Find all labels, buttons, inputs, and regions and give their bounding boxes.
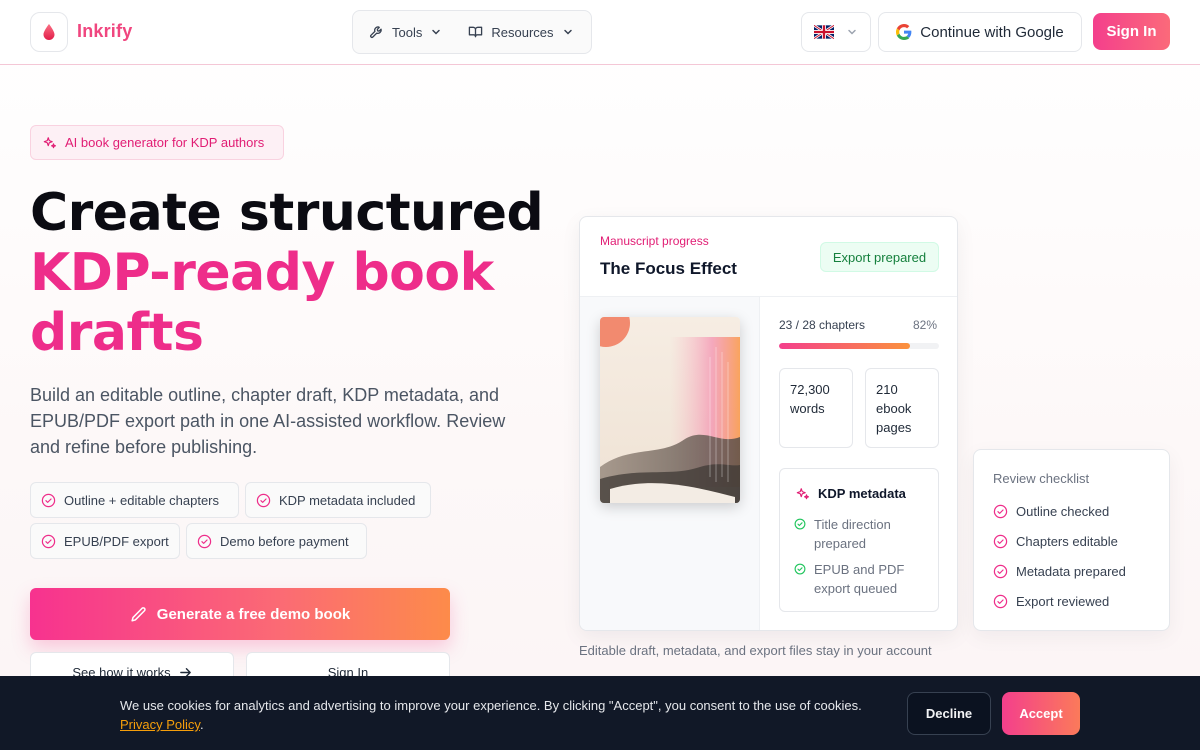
check-circle-icon [197,534,212,548]
feature-chip: KDP metadata included [245,482,431,518]
kdp-metadata-label: KDP metadata [818,486,906,501]
privacy-policy-link[interactable]: Privacy Policy [120,717,200,732]
hero-title: Create structured KDP-ready book drafts [30,183,550,363]
cookie-message-text: We use cookies for analytics and adverti… [120,698,862,713]
check-circle-icon [256,493,271,507]
feature-chip: Demo before payment [186,523,367,559]
generate-demo-label: Generate a free demo book [156,605,351,623]
continue-with-google-button[interactable]: Continue with Google [878,12,1082,52]
book-open-icon [469,26,483,38]
cookie-banner: We use cookies for analytics and adverti… [0,676,1200,750]
manuscript-progress-card: Manuscript progress The Focus Effect Exp… [579,216,958,631]
check-circle-icon [993,534,1008,549]
words-stat: 72,300 words [779,368,853,448]
chapters-progress-label: 23 / 28 chapters [779,318,866,332]
language-selector[interactable] [801,12,871,52]
progress-bar-fill [779,343,911,349]
checklist-item-label: Outline checked [1016,504,1110,519]
feature-chip-label: KDP metadata included [279,492,416,508]
words-label: words [790,401,825,416]
check-circle-icon [794,563,806,575]
kdp-metadata-title: KDP metadata [796,486,906,501]
card-header: Manuscript progress The Focus Effect Exp… [580,217,957,297]
sparkles-icon [796,487,809,499]
main-nav: Tools Resources [352,10,592,54]
progress-bar [779,343,939,349]
kdp-item: Title direction prepared [794,515,891,553]
feature-chip: Outline + editable chapters [30,482,239,518]
check-circle-icon [993,564,1008,579]
brand-name[interactable]: Inkrify [77,21,132,42]
google-icon [896,24,912,40]
words-value: 72,300 [790,382,830,397]
hero-title-line-2: KDP-ready book [30,243,494,303]
card-kicker: Manuscript progress [600,234,709,248]
hero-title-line-3: drafts [30,303,204,363]
checklist-item-label: Export reviewed [1016,594,1110,609]
pages-stat: 210 ebook pages [865,368,939,448]
check-circle-icon [993,594,1008,609]
google-button-label: Continue with Google [920,23,1064,41]
review-checklist-title: Review checklist [993,471,1090,486]
top-navbar: Inkrify Tools Resources Continue with Go… [0,0,1200,65]
logo[interactable] [30,12,68,52]
generate-demo-button[interactable]: Generate a free demo book [30,588,450,640]
status-badge: Export prepared [820,242,939,272]
hero-title-line-1: Create structured [30,183,544,243]
book-title: The Focus Effect [600,259,737,278]
nav-resources[interactable]: Resources [468,25,573,40]
check-circle-icon [993,504,1008,519]
progress-percent: 82% [912,318,937,332]
sparkles-icon [43,136,56,148]
wrench-icon [370,25,382,38]
hero-subtitle: Build an editable outline, chapter draft… [30,385,506,457]
nav-tools-label: Tools [392,24,423,40]
feature-chip-label: EPUB/PDF export [64,533,169,549]
feature-chip-label: Demo before payment [220,533,349,549]
check-circle-icon [41,534,56,548]
accept-cookies-button[interactable]: Accept [1002,692,1080,735]
checklist-item: Metadata prepared [993,564,1126,579]
chevron-down-icon [563,29,572,35]
ink-drop-icon [43,24,55,40]
chevron-down-icon [432,29,441,35]
checklist-item-label: Metadata prepared [1016,564,1126,579]
sign-in-button[interactable]: Sign In [1093,13,1170,50]
nav-tools[interactable]: Tools [369,25,442,40]
cookie-message: We use cookies for analytics and adverti… [120,696,880,734]
kdp-item-line-1: Title direction [814,517,891,532]
feature-chip-label: Outline + editable chapters [64,492,220,508]
pages-value: 210 [876,382,898,397]
checklist-item: Outline checked [993,504,1109,519]
check-circle-icon [794,518,806,530]
book-cover-image [600,317,740,503]
checklist-item-label: Chapters editable [1016,534,1118,549]
cookie-link-suffix: . [199,717,204,732]
kdp-item: EPUB and PDF export queued [794,560,904,598]
decline-cookies-button[interactable]: Decline [907,692,991,735]
nav-resources-label: Resources [491,24,554,40]
checklist-item: Chapters editable [993,534,1118,549]
feature-chip: EPUB/PDF export [30,523,180,559]
uk-flag-icon [814,25,834,39]
kdp-item-line-2: export queued [814,581,898,596]
pages-label-line-2: pages [876,420,912,435]
checklist-item: Export reviewed [993,594,1109,609]
kdp-metadata-panel: KDP metadata Title direction prepared EP… [779,468,939,612]
hero-badge-label: AI book generator for KDP authors [65,135,265,150]
check-circle-icon [41,493,56,507]
pencil-icon [131,606,146,622]
chevron-down-icon [848,29,856,35]
card-caption: Editable draft, metadata, and export fil… [579,643,932,658]
review-checklist-card: Review checklist Outline checked Chapter… [973,449,1170,631]
pages-label-line-1: ebook [876,401,912,416]
hero-badge: AI book generator for KDP authors [30,125,284,160]
kdp-item-line-1: EPUB and PDF [814,562,905,577]
cover-panel [580,297,760,630]
kdp-item-line-2: prepared [814,536,867,551]
